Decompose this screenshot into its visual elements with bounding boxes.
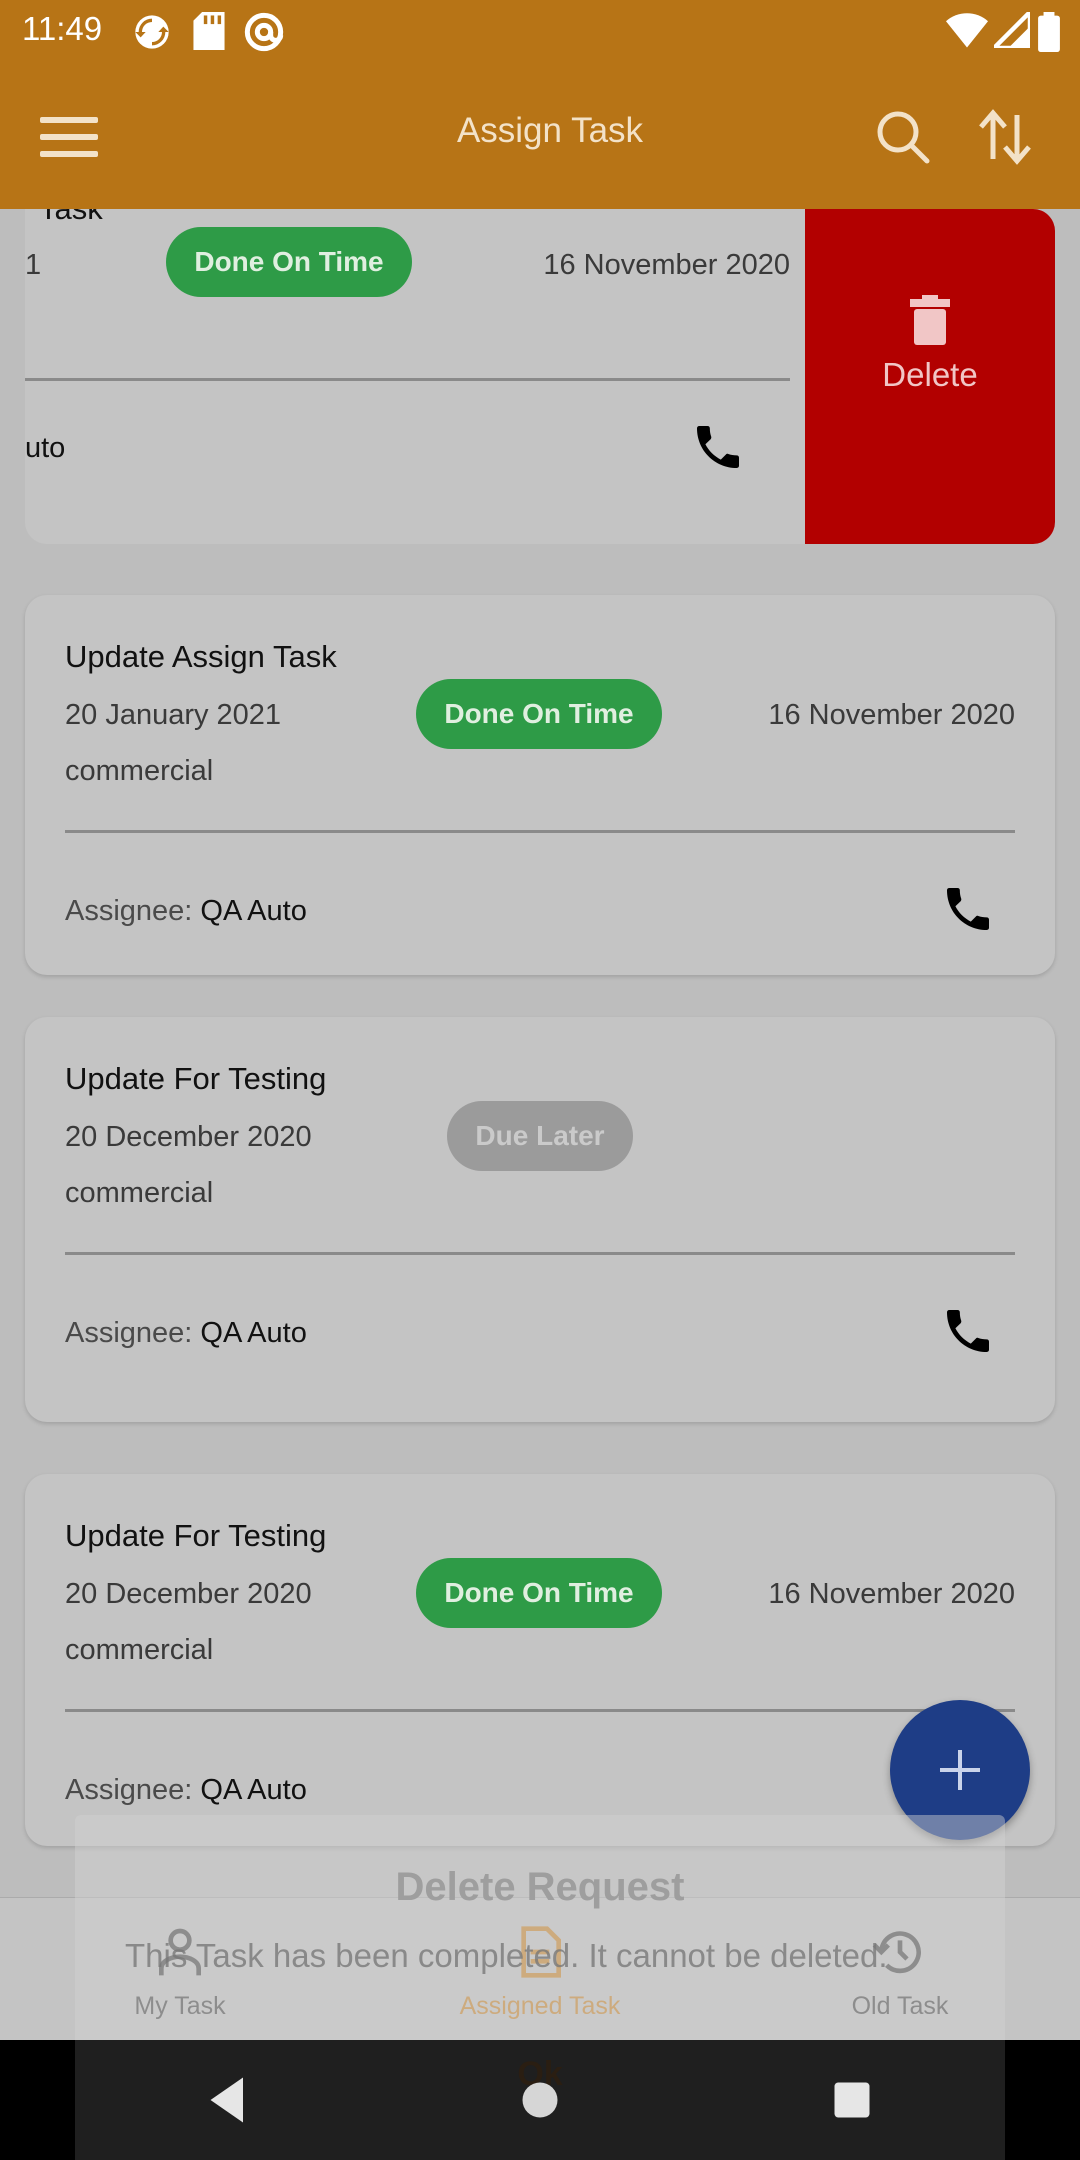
sort-icon: [979, 109, 1031, 165]
card-divider: [65, 830, 1015, 833]
status-badge: Done On Time: [166, 227, 412, 297]
at-sign-icon: [244, 12, 284, 57]
app-bar: Assign Task: [0, 62, 1080, 209]
battery-icon: [1038, 12, 1060, 57]
dialog-message: This Task has been completed. It cannot …: [125, 1937, 888, 1974]
task-type: commercial: [65, 1177, 214, 1209]
task-date: 20 January 2021: [65, 699, 282, 731]
task-card[interactable]: Update Assign Task 20 January 2021 comme…: [25, 595, 1055, 975]
task-deadline: 16 November 2020: [543, 249, 790, 281]
assignee: Assignee: QA Auto: [65, 895, 307, 928]
delete-label: Delete: [882, 356, 978, 393]
assignee-name: QA Auto: [200, 1774, 307, 1806]
sort-button[interactable]: [970, 102, 1040, 172]
task-title: Task: [39, 209, 103, 227]
call-button[interactable]: [940, 881, 1000, 941]
back-icon[interactable]: [198, 2070, 258, 2130]
status-time: 11:49: [22, 10, 103, 47]
assignee-label: Assignee:: [65, 1774, 193, 1806]
signal-icon: [988, 6, 1033, 53]
recents-icon[interactable]: [822, 2070, 882, 2130]
task-title: Update For Testing: [65, 1061, 327, 1096]
task-date: 20 December 2020: [65, 1121, 312, 1153]
task-date: 20 December 2020: [65, 1578, 312, 1610]
assignee-label: Assignee:: [65, 1317, 193, 1349]
phone-icon: [697, 426, 739, 468]
task-deadline: 16 November 2020: [768, 1578, 1015, 1610]
assignee-name: QA Auto: [200, 895, 307, 927]
assignee-label: Assignee:: [65, 895, 193, 927]
swiped-task-card[interactable]: Task 1 Done On Time 16 November 2020 uto: [25, 209, 805, 544]
assignee: Assignee: QA Auto: [65, 1317, 307, 1350]
trash-icon: [910, 295, 950, 345]
home-icon[interactable]: [510, 2070, 570, 2130]
search-icon: [877, 111, 930, 164]
task-card[interactable]: Update For Testing 20 December 2020 comm…: [25, 1017, 1055, 1422]
dialog-title: Delete Request: [395, 1865, 685, 1909]
assignee: Assignee: QA Auto: [65, 1774, 307, 1807]
status-badge: Due Later: [447, 1101, 633, 1171]
sd-card-icon: [192, 12, 226, 55]
task-type: commercial: [65, 755, 214, 787]
plus-icon: [940, 1750, 980, 1790]
delete-swipe-action[interactable]: Delete: [805, 209, 1055, 544]
system-navigation-bar: Ok: [0, 2040, 1080, 2160]
card-divider: [25, 378, 790, 381]
task-date: 1: [25, 249, 42, 281]
wifi-icon: [946, 12, 988, 53]
status-badge: Done On Time: [416, 1558, 662, 1628]
task-type: commercial: [65, 1634, 214, 1666]
task-title: Update For Testing: [65, 1518, 327, 1553]
assignee-name: QA Auto: [200, 1317, 307, 1349]
call-button[interactable]: [940, 1303, 1000, 1363]
call-button[interactable]: [690, 419, 750, 479]
task-deadline: 16 November 2020: [768, 699, 1015, 731]
sync-icon: [132, 12, 172, 57]
phone-icon: [947, 1310, 989, 1352]
assignee-name: uto: [25, 432, 66, 464]
status-badge: Done On Time: [416, 679, 662, 749]
task-title: Update Assign Task: [65, 639, 337, 674]
search-button[interactable]: [868, 102, 938, 172]
card-divider: [65, 1709, 1015, 1712]
task-list[interactable]: Task 1 Done On Time 16 November 2020 uto…: [0, 209, 1080, 1909]
card-divider: [65, 1252, 1015, 1255]
phone-icon: [947, 888, 989, 930]
status-bar: 11:49: [0, 0, 1080, 62]
